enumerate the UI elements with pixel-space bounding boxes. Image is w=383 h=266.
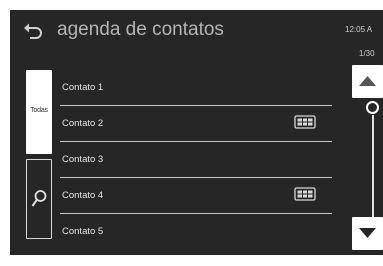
- contact-name: Contato 3: [62, 154, 104, 165]
- scroll-down-button[interactable]: [352, 217, 383, 250]
- contact-row[interactable]: Contato 4: [58, 178, 334, 214]
- scroll-thumb[interactable]: [366, 101, 379, 114]
- contact-list: Contato 1 Contato 2 Contato 3 Contato 4 …: [58, 70, 334, 250]
- contact-name: Contato 1: [62, 82, 104, 93]
- filter-all-tab[interactable]: Todas: [26, 70, 52, 154]
- contact-row[interactable]: Contato 5: [58, 214, 334, 250]
- contact-card-icon: [294, 187, 316, 201]
- contact-row[interactable]: Contato 3: [58, 142, 334, 178]
- filter-all-label: Todas: [30, 107, 48, 114]
- page-title: agenda de contatos: [57, 19, 224, 40]
- contact-row[interactable]: Contato 2: [58, 106, 334, 142]
- search-icon: [31, 190, 47, 207]
- contact-name: Contato 5: [62, 226, 104, 237]
- page-counter: 1/30: [359, 49, 375, 58]
- scroll-up-button[interactable]: [352, 65, 383, 98]
- scroll-track[interactable]: [372, 115, 374, 217]
- down-arrow-icon: [359, 228, 376, 238]
- contacts-screen: agenda de contatos 12:05 A 1/30 Todas Co…: [10, 10, 383, 255]
- contact-row[interactable]: Contato 1: [58, 70, 334, 106]
- contact-card-icon: [294, 115, 316, 129]
- search-button[interactable]: [26, 159, 52, 239]
- up-arrow-icon: [359, 76, 376, 86]
- back-icon[interactable]: [22, 21, 44, 39]
- contact-name: Contato 2: [62, 118, 104, 129]
- clock: 12:05 A: [345, 25, 373, 34]
- contact-name: Contato 4: [62, 190, 104, 201]
